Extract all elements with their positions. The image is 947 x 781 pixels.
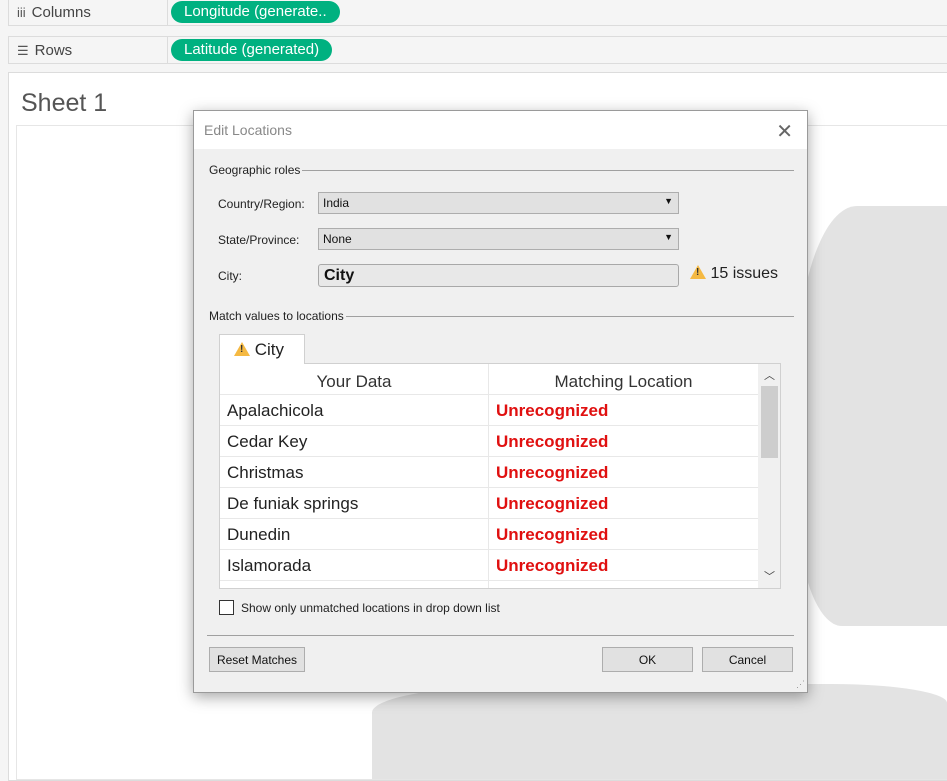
locations-table: Your Data Matching Location Apalachicola… — [219, 363, 781, 589]
country-label: Country/Region: — [218, 197, 305, 211]
cancel-button[interactable]: Cancel — [702, 647, 793, 672]
matching-location-cell[interactable]: Unrecognized — [496, 556, 608, 576]
your-data-cell: Cedar Key — [227, 432, 308, 451]
divider — [207, 635, 794, 636]
table-row[interactable]: Islamorada Unrecognized — [220, 550, 758, 581]
matching-location-cell[interactable]: Unrecognized — [496, 432, 608, 452]
your-data-cell: Islamorada — [227, 556, 312, 575]
column-header-matching-location[interactable]: Matching Location — [489, 364, 758, 395]
scrollbar[interactable]: ︿ ﹀ — [758, 364, 780, 588]
country-select[interactable]: India ▼ — [318, 192, 679, 214]
rows-shelf[interactable]: ☰ Rows Latitude (generated) — [8, 36, 947, 64]
map-land — [797, 206, 947, 626]
your-data-cell: Christmas — [227, 463, 304, 482]
columns-icon: iii — [17, 5, 26, 20]
issues-indicator[interactable]: 15 issues — [690, 265, 778, 283]
state-select[interactable]: None ▼ — [318, 228, 679, 250]
geographic-roles-group: Geographic roles — [209, 163, 794, 177]
matching-location-cell[interactable]: Unrecognized — [496, 525, 608, 545]
dialog-title: Edit Locations — [194, 111, 807, 149]
warning-icon — [690, 265, 706, 279]
state-label: State/Province: — [218, 233, 300, 247]
reset-matches-button[interactable]: Reset Matches — [209, 647, 305, 672]
rows-icon: ☰ — [17, 43, 29, 58]
column-header-your-data[interactable]: Your Data — [220, 364, 488, 395]
chevron-down-icon: ▼ — [664, 196, 673, 206]
map-land — [372, 684, 947, 779]
table-row[interactable]: Dunedin Unrecognized — [220, 519, 758, 550]
table-row[interactable]: Christmas Unrecognized — [220, 457, 758, 488]
columns-shelf[interactable]: iii Columns Longitude (generate.. — [8, 0, 947, 26]
resize-grip-icon[interactable]: ⋰ — [796, 679, 805, 690]
city-label: City: — [218, 269, 242, 283]
matching-location-cell[interactable]: Unrecognized — [496, 401, 608, 421]
scrollbar-thumb[interactable] — [761, 386, 778, 458]
table-row[interactable]: Apalachicola Unrecognized — [220, 395, 758, 426]
chevron-down-icon: ▼ — [664, 232, 673, 242]
columns-shelf-label: iii Columns — [9, 0, 168, 25]
sheet-title: Sheet 1 — [21, 89, 108, 117]
warning-icon — [234, 342, 250, 356]
matching-location-cell[interactable]: Unrecognized — [496, 494, 608, 514]
your-data-cell: Apalachicola — [227, 401, 324, 420]
table-row[interactable]: Cedar Key Unrecognized — [220, 426, 758, 457]
close-icon[interactable]: ✕ — [776, 119, 793, 144]
checkbox[interactable] — [219, 600, 234, 615]
matching-location-cell[interactable]: Unrecognized — [496, 463, 608, 483]
scroll-up-icon[interactable]: ︿ — [764, 367, 775, 383]
your-data-cell: Dunedin — [227, 525, 291, 544]
edit-locations-dialog: Edit Locations ✕ Geographic roles Countr… — [193, 110, 808, 693]
tab-city[interactable]: City — [219, 334, 305, 364]
your-data-cell: De funiak springs — [227, 494, 359, 513]
latitude-pill[interactable]: Latitude (generated) — [171, 39, 333, 61]
unmatched-only-checkbox[interactable]: Show only unmatched locations in drop do… — [219, 600, 500, 615]
scroll-down-icon[interactable]: ﹀ — [764, 568, 775, 584]
rows-shelf-label: ☰ Rows — [9, 37, 168, 63]
match-values-group: Match values to locations — [209, 309, 794, 323]
ok-button[interactable]: OK — [602, 647, 693, 672]
table-row[interactable]: De funiak springs Unrecognized — [220, 488, 758, 519]
longitude-pill[interactable]: Longitude (generate.. — [171, 1, 340, 23]
city-field: City — [318, 264, 679, 287]
